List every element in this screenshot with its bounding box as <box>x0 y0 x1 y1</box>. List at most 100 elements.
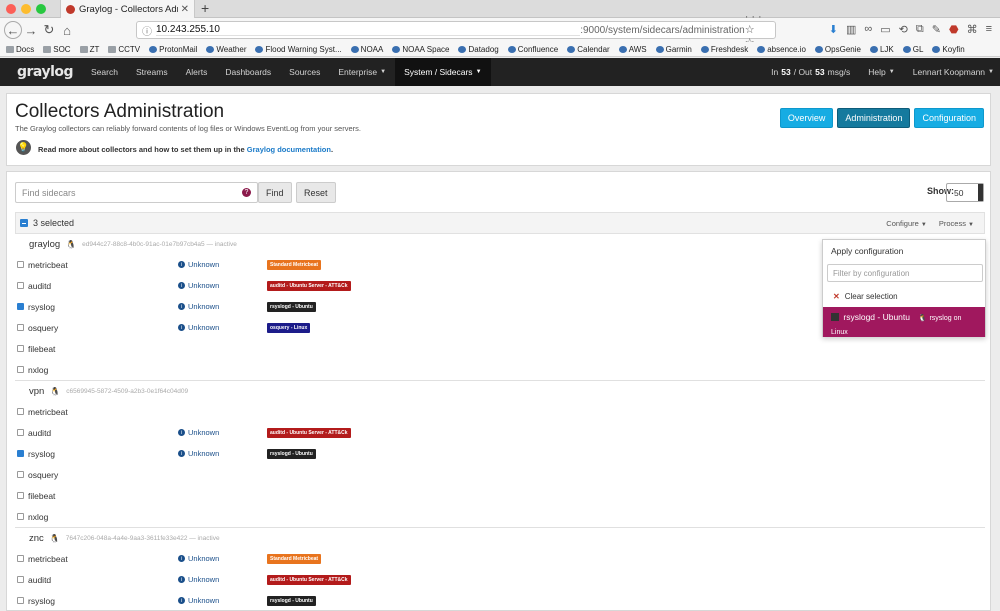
bookmark-item[interactable]: absence.io <box>757 45 806 54</box>
bookmark-item[interactable]: SOC <box>43 45 71 54</box>
download-icon[interactable]: ⬇ <box>829 23 838 36</box>
collector-status[interactable]: i Unknown <box>178 302 219 311</box>
select-all-checkbox[interactable] <box>20 219 28 227</box>
site-info-icon[interactable]: ⓘ <box>142 23 152 38</box>
help-icon[interactable]: ? <box>242 188 251 197</box>
nav-search[interactable]: Search <box>82 58 127 86</box>
configuration-filter-input[interactable]: Filter by configuration <box>827 264 983 282</box>
bookmark-item[interactable]: Docs <box>6 45 34 54</box>
bookmark-item[interactable]: Datadog <box>458 45 499 54</box>
collector-checkbox[interactable] <box>17 366 24 373</box>
collector-status[interactable]: i Unknown <box>178 596 219 605</box>
library-icon[interactable]: ▥ <box>846 23 856 36</box>
nav-user-menu[interactable]: Lennart Koopmann ▼ <box>904 67 1000 77</box>
bookmark-item[interactable]: Freshdesk <box>700 45 748 54</box>
home-icon[interactable]: ⌂ <box>58 21 76 39</box>
extension-icon[interactable]: ✎ <box>932 23 941 36</box>
configuration-tag[interactable]: rsyslogd - Ubuntu <box>267 301 316 312</box>
configuration-tag[interactable]: Standard Metricbeat <box>267 259 322 270</box>
nav-enterprise[interactable]: Enterprise ▼ <box>329 58 395 86</box>
collector-checkbox[interactable] <box>17 345 24 352</box>
collector-checkbox[interactable] <box>17 597 24 604</box>
configuration-tag[interactable]: auditd - Ubuntu Server - ATT&Ck <box>267 574 351 585</box>
bookmark-item[interactable]: Confluence <box>507 45 558 54</box>
graylog-logo[interactable]: graylog <box>0 64 82 80</box>
process-dropdown[interactable]: Process ▼ <box>939 219 974 228</box>
documentation-link[interactable]: Graylog documentation <box>247 145 331 154</box>
bookmark-item[interactable]: Garmin <box>655 45 692 54</box>
forward-icon[interactable]: → <box>22 21 40 39</box>
collector-checkbox[interactable] <box>17 513 24 520</box>
collector-checkbox[interactable] <box>17 492 24 499</box>
search-input[interactable]: Find sidecars ? <box>15 182 258 203</box>
translate-icon[interactable]: ⌘ <box>967 23 978 36</box>
minimize-window-button[interactable] <box>21 4 31 14</box>
back-icon[interactable]: ← <box>4 21 22 39</box>
nav-help[interactable]: Help ▼ <box>859 67 903 77</box>
menu-icon[interactable]: ≡ <box>986 23 992 36</box>
bookmark-item[interactable]: Calendar <box>567 45 610 54</box>
url-bar[interactable]: ⓘ 10.243.255.10 :9000/system/sidecars/ad… <box>136 11 776 49</box>
history-icon[interactable]: ⟲ <box>899 23 908 36</box>
find-button[interactable]: Find <box>258 182 292 203</box>
bookmark-item[interactable]: Weather <box>206 45 246 54</box>
collector-checkbox[interactable] <box>17 261 24 268</box>
screenshot-icon[interactable]: ⧉ <box>916 23 924 36</box>
collector-status[interactable]: i Unknown <box>178 428 219 437</box>
bookmark-item[interactable]: AWS <box>618 45 647 54</box>
bookmark-item[interactable]: NOAA <box>350 45 383 54</box>
configuration-tag[interactable]: rsyslogd - Ubuntu <box>267 595 316 606</box>
close-tab-icon[interactable]: ✕ <box>181 4 189 15</box>
bookmark-item[interactable]: OpsGenie <box>814 45 861 54</box>
collector-checkbox[interactable] <box>17 576 24 583</box>
clear-selection-item[interactable]: ✕ Clear selection <box>833 292 898 301</box>
glasses-icon[interactable]: ∞ <box>864 23 872 36</box>
bookmark-item[interactable]: ProtonMail <box>149 45 197 54</box>
collector-checkbox[interactable] <box>17 555 24 562</box>
nav-alerts[interactable]: Alerts <box>177 58 217 86</box>
maximize-window-button[interactable] <box>36 4 46 14</box>
collector-checkbox[interactable] <box>17 450 24 457</box>
bookmark-item[interactable]: Koyfin <box>932 45 965 54</box>
browser-tab[interactable]: Graylog - Collectors Administrati ✕ <box>60 0 195 18</box>
page-size-select[interactable]: 50 <box>946 183 984 202</box>
configuration-tag[interactable]: rsyslogd - Ubuntu <box>267 448 316 459</box>
nav-system[interactable]: System / Sidecars ▼ <box>395 58 491 86</box>
collector-checkbox[interactable] <box>17 324 24 331</box>
new-tab-icon[interactable]: + <box>201 0 209 16</box>
configuration-button[interactable]: Configuration <box>914 108 984 128</box>
close-window-button[interactable] <box>6 4 16 14</box>
reader-icon[interactable]: ▭ <box>880 23 890 36</box>
bookmark-item[interactable]: CCTV <box>108 45 140 54</box>
configuration-tag[interactable]: osquery - Linux <box>267 322 311 333</box>
collector-checkbox[interactable] <box>17 408 24 415</box>
bookmark-item[interactable]: Flood Warning Syst... <box>255 45 342 54</box>
bookmark-item[interactable]: GL <box>902 45 923 54</box>
nav-dashboards[interactable]: Dashboards <box>216 58 280 86</box>
collector-status[interactable]: i Unknown <box>178 281 219 290</box>
collector-status[interactable]: i Unknown <box>178 554 219 563</box>
configure-dropdown[interactable]: Configure ▼ <box>886 219 927 228</box>
reload-icon[interactable]: ↻ <box>40 21 58 39</box>
collector-checkbox[interactable] <box>17 303 24 310</box>
reset-button[interactable]: Reset <box>296 182 336 203</box>
collector-status[interactable]: i Unknown <box>178 260 219 269</box>
collector-checkbox[interactable] <box>17 429 24 436</box>
configuration-tag[interactable]: auditd - Ubuntu Server - ATT&Ck <box>267 280 351 291</box>
collector-status[interactable]: i Unknown <box>178 575 219 584</box>
administration-button[interactable]: Administration <box>837 108 911 128</box>
bookmark-item[interactable]: NOAA Space <box>392 45 449 54</box>
configuration-tag[interactable]: auditd - Ubuntu Server - ATT&Ck <box>267 427 351 438</box>
nav-streams[interactable]: Streams <box>127 58 177 86</box>
nav-sources[interactable]: Sources <box>280 58 329 86</box>
collector-checkbox[interactable] <box>17 282 24 289</box>
overview-button[interactable]: Overview <box>779 108 834 128</box>
configuration-option-selected[interactable]: rsyslogd - Ubuntu 🐧 rsyslog on Linux <box>823 307 985 337</box>
bookmark-item[interactable]: LJK <box>869 45 894 54</box>
collector-checkbox[interactable] <box>17 471 24 478</box>
bookmark-item[interactable]: ZT <box>79 45 99 54</box>
configuration-tag[interactable]: Standard Metricbeat <box>267 553 322 564</box>
collector-status[interactable]: i Unknown <box>178 323 219 332</box>
collector-status[interactable]: i Unknown <box>178 449 219 458</box>
adblock-icon[interactable]: ⬣ <box>949 23 959 36</box>
